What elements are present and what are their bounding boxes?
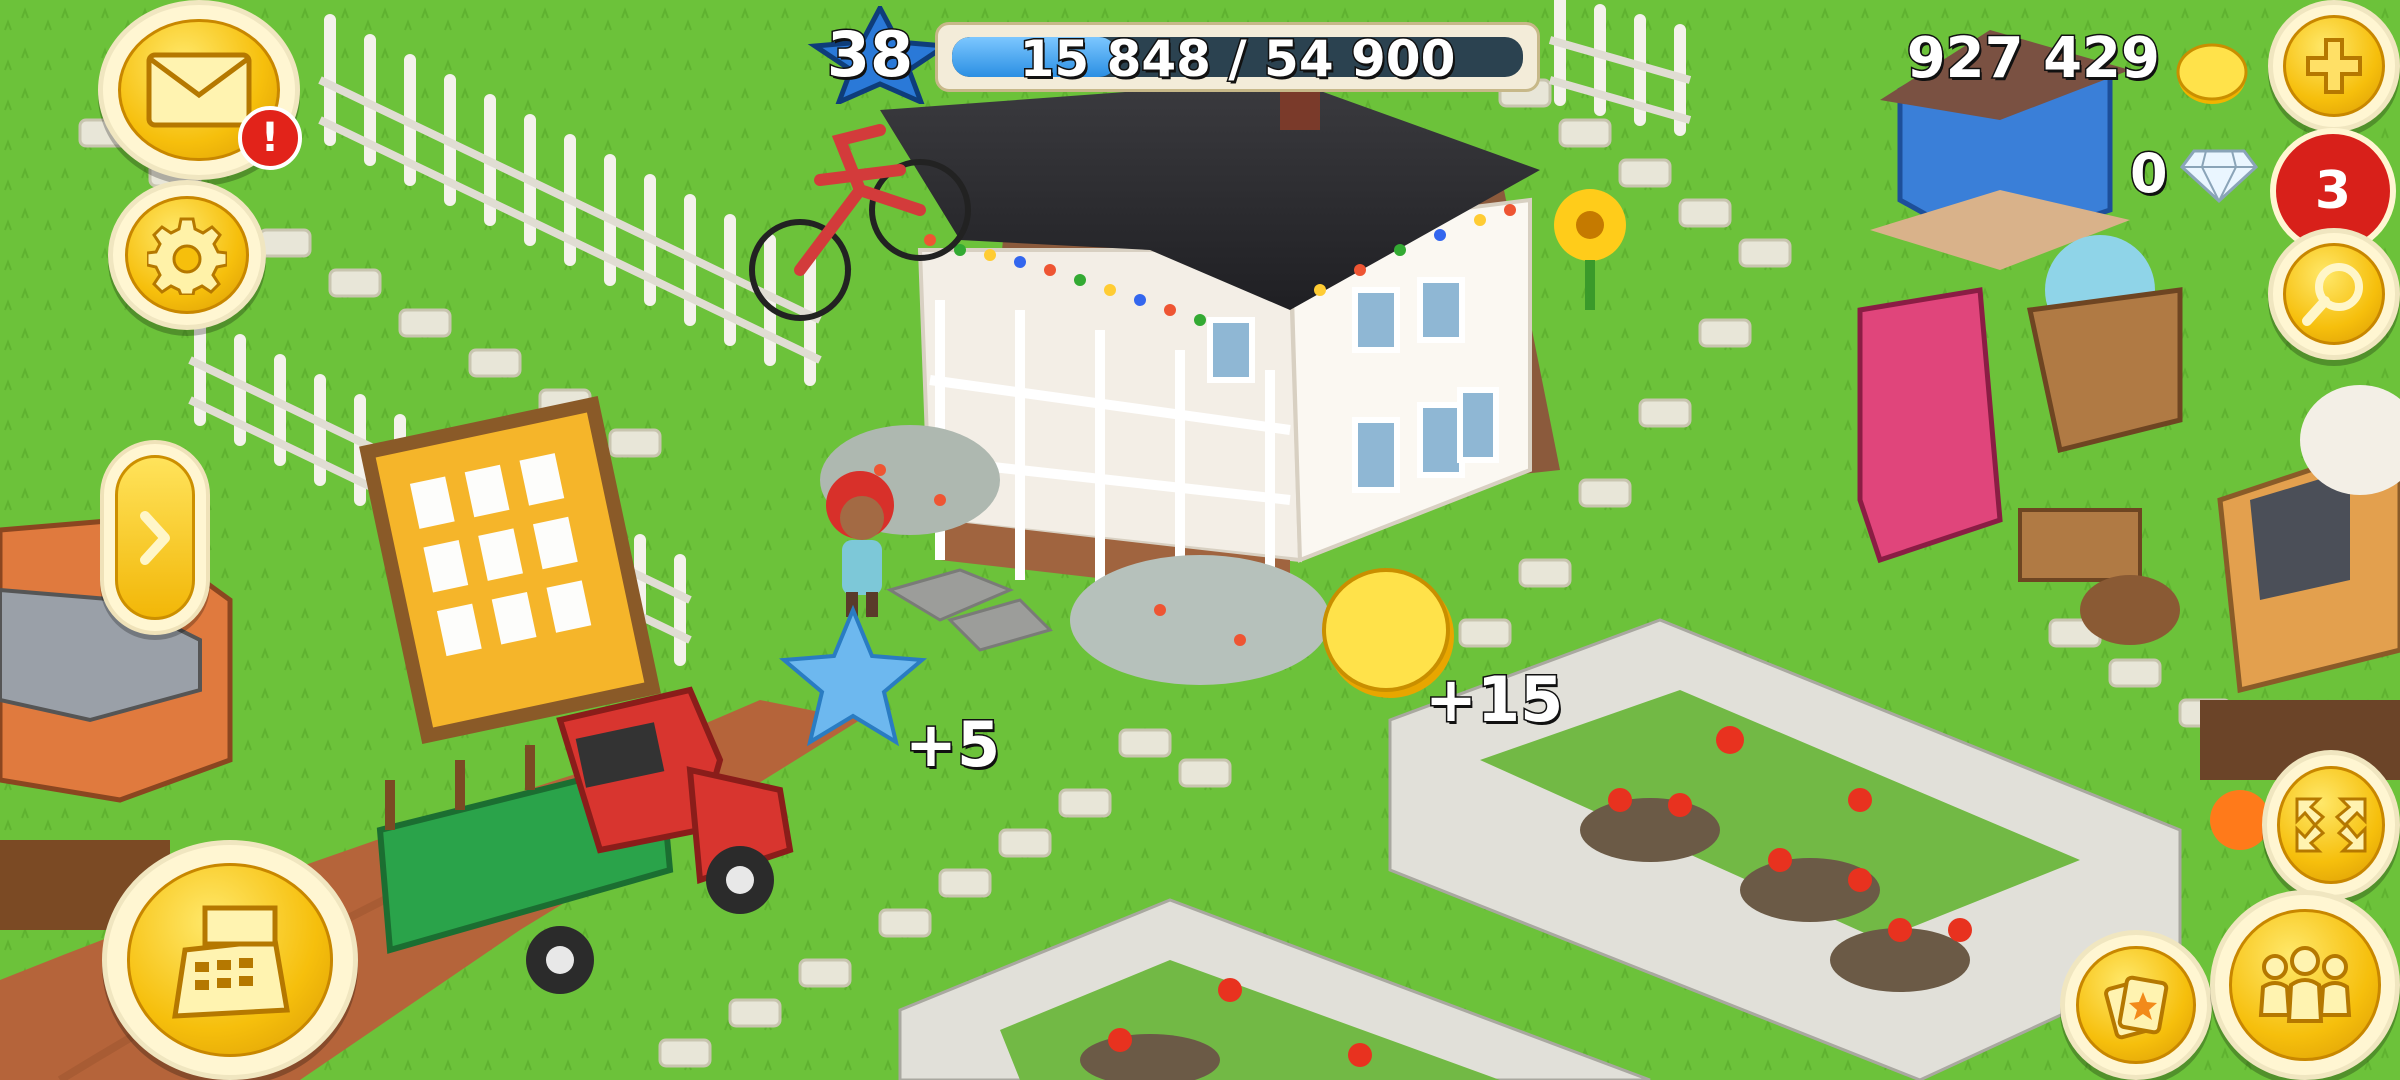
coin-icon <box>2176 43 2248 104</box>
edit-mode-button-face <box>2277 766 2385 884</box>
shop-button-face <box>126 863 334 1057</box>
xp-progress-text: 15 848 / 54 900 <box>1018 29 1457 90</box>
friends-button[interactable] <box>2210 890 2400 1080</box>
diamond-icon <box>2180 149 2258 204</box>
search-button-face <box>2282 242 2386 346</box>
xp-progress: 15 848 / 54 900 <box>935 22 1540 92</box>
cards-button[interactable] <box>2060 930 2212 1080</box>
chevron-right-icon <box>140 510 170 565</box>
cards-icon <box>2104 975 2169 1040</box>
xp-bar-widget[interactable]: 38 15 848 / 54 900 <box>795 6 1555 104</box>
coin-count: 927 429 <box>1905 25 2161 93</box>
gear-icon <box>147 217 227 295</box>
coin-reward-text: +15 <box>1423 663 1564 736</box>
edit-mode-button[interactable] <box>2262 750 2400 900</box>
xp-reward-text: +5 <box>903 708 1001 781</box>
settings-button[interactable] <box>108 180 266 330</box>
friends-button-face <box>2229 909 2381 1061</box>
envelope-icon <box>146 52 252 128</box>
cards-button-face <box>2076 946 2196 1064</box>
search-button[interactable] <box>2268 228 2400 360</box>
diamond-count: 0 <box>2129 141 2170 207</box>
farm-scene <box>0 0 2400 1080</box>
expand-arrows-icon <box>2295 797 2367 853</box>
people-icon <box>2258 946 2352 1023</box>
settings-button-face <box>124 196 250 314</box>
cash-register-icon <box>172 905 290 1019</box>
mail-alert-badge: ! <box>238 106 302 170</box>
side-panel-toggle[interactable] <box>100 440 210 635</box>
player-level: 38 <box>825 18 914 91</box>
add-coins-button-face <box>2282 14 2386 118</box>
magnifier-icon <box>2302 263 2363 326</box>
side-panel-toggle-face <box>115 455 195 620</box>
plus-icon <box>2306 38 2362 94</box>
add-coins-button[interactable] <box>2268 0 2400 132</box>
shop-button[interactable] <box>102 840 358 1080</box>
